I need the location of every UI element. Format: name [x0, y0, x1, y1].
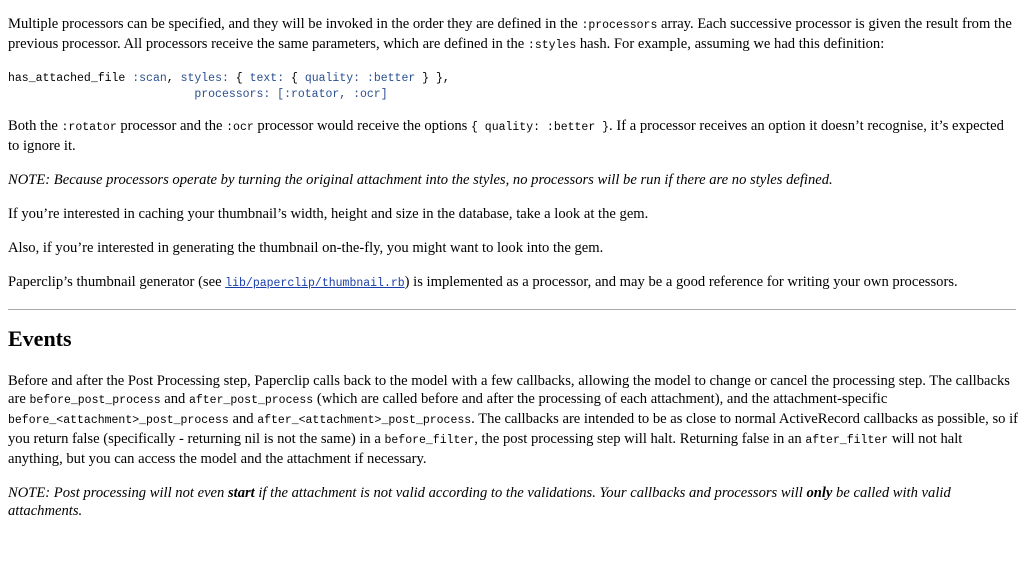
caching-paragraph: If you’re interested in caching your thu…: [8, 206, 649, 222]
inline-code: :ocr: [226, 121, 254, 134]
document-body: Multiple processors can be specified, an…: [8, 15, 1018, 536]
text: processor would receive the options: [253, 118, 471, 134]
code-token: :better: [366, 72, 416, 85]
inline-code: after_<attachment>_post_process: [257, 414, 472, 427]
on-the-fly-paragraph: Also, if you’re interested in generating…: [8, 240, 604, 256]
events-heading: Events: [8, 326, 72, 351]
code-token: :scan: [132, 72, 167, 85]
section-divider: [8, 309, 1016, 310]
code-block: has_attached_file :scan, styles: { text:…: [8, 72, 450, 101]
styles-note: NOTE: Because processors operate by turn…: [8, 171, 1018, 189]
text: Paperclip’s thumbnail generator (see: [8, 274, 226, 290]
processors-intro-paragraph: Multiple processors can be specified, an…: [8, 15, 1018, 55]
note-text: NOTE: Because processors operate by turn…: [8, 172, 833, 188]
code-token: [:rotator, :ocr]: [277, 88, 388, 101]
code-token: } },: [422, 72, 450, 85]
code-token: has_attached_file: [8, 72, 126, 85]
text: Both the: [8, 118, 62, 134]
code-token: quality:: [304, 72, 361, 85]
inline-code: after_post_process: [188, 394, 314, 407]
text: NOTE: Post processing will not even: [8, 485, 228, 501]
text: , the post processing step will halt. Re…: [474, 431, 806, 447]
options-paragraph: Both the :rotator processor and the :ocr…: [8, 117, 1018, 155]
inline-code: :styles: [527, 39, 577, 52]
code-token: text:: [249, 72, 285, 85]
thumbnail-source-link[interactable]: lib/paperclip/thumbnail.rb: [225, 277, 404, 290]
emphasis: only: [806, 485, 833, 501]
note-text: NOTE: Post processing will not even star…: [8, 485, 951, 519]
text: Multiple processors can be specified, an…: [8, 16, 582, 32]
inline-code: after_filter: [805, 434, 889, 447]
text: hash. For example, assuming we had this …: [576, 36, 885, 52]
text: processor and the: [116, 118, 227, 134]
inline-code: before_<attachment>_post_process: [8, 414, 229, 427]
code-token: styles:: [180, 72, 229, 85]
text: and: [160, 391, 189, 407]
events-paragraph: Before and after the Post Processing ste…: [8, 372, 1018, 468]
inline-code: before_filter: [384, 434, 475, 447]
events-note: NOTE: Post processing will not even star…: [8, 484, 1018, 520]
text: (which are called before and after the p…: [313, 391, 888, 407]
code-token: {: [235, 72, 243, 85]
inline-code: { quality: :better }: [471, 121, 610, 134]
text: and: [228, 411, 258, 427]
code-token: {: [291, 72, 298, 85]
thumbnail-paragraph: Paperclip’s thumbnail generator (see lib…: [8, 273, 1018, 293]
code-token: processors:: [194, 88, 271, 101]
inline-code: :rotator: [61, 121, 117, 134]
text: ) is implemented as a processor, and may…: [404, 274, 958, 290]
inline-code: :processors: [581, 19, 658, 32]
emphasis: start: [227, 485, 255, 501]
inline-code: before_post_process: [29, 394, 161, 407]
text: if the attachment is not valid according…: [254, 485, 807, 501]
